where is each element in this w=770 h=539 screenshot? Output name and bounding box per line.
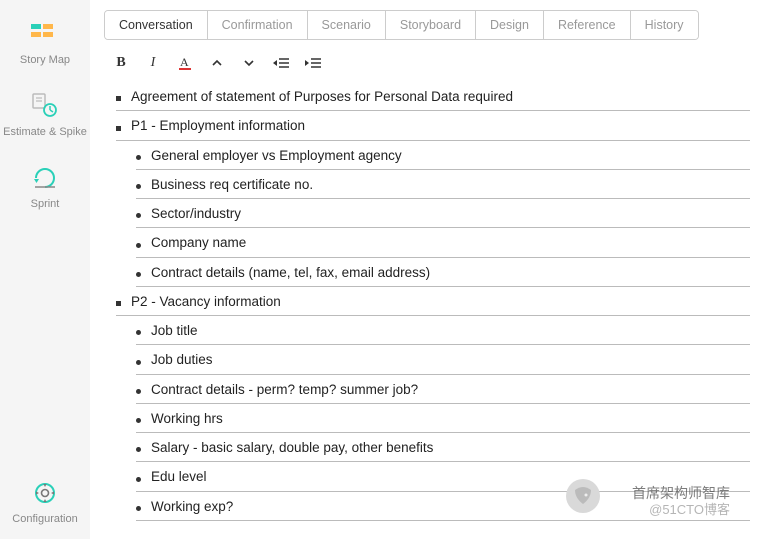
list-item-text: Business req certificate no. (151, 175, 313, 195)
round-bullet-icon (136, 418, 141, 423)
list-item-text: Working hrs (151, 409, 223, 429)
sidebar-item-configuration[interactable]: Configuration (0, 467, 90, 539)
sidebar-item-label: Configuration (0, 513, 90, 525)
tab-scenario[interactable]: Scenario (308, 11, 386, 39)
tab-confirmation[interactable]: Confirmation (208, 11, 308, 39)
italic-button[interactable]: I (144, 54, 162, 72)
tab-row: Conversation Confirmation Scenario Story… (104, 10, 699, 40)
list-item[interactable]: Company name (136, 228, 750, 257)
sidebar-item-estimate-spike[interactable]: Estimate & Spike (0, 80, 90, 152)
gear-icon (0, 477, 90, 509)
text-color-button[interactable]: A (176, 54, 194, 72)
editor-toolbar: B I A (104, 50, 756, 82)
tab-conversation[interactable]: Conversation (105, 11, 208, 39)
list-item-text: Sector/industry (151, 204, 241, 224)
sidebar-item-label: Story Map (0, 54, 90, 66)
list-item-text: Company name (151, 233, 246, 253)
list-item[interactable]: P1 - Employment information (116, 111, 750, 140)
square-bullet-icon (116, 96, 121, 101)
list-item[interactable]: Agreement of statement of Purposes for P… (116, 82, 750, 111)
bold-button[interactable]: B (112, 54, 130, 72)
tab-history[interactable]: History (631, 11, 698, 39)
round-bullet-icon (136, 330, 141, 335)
round-bullet-icon (136, 213, 141, 218)
sidebar: Story Map Estimate & Spike Sprint (0, 0, 90, 539)
list-item[interactable]: Job duties (136, 345, 750, 374)
round-bullet-icon (136, 389, 141, 394)
list-item-text: P2 - Vacancy information (131, 292, 281, 312)
sidebar-item-sprint[interactable]: Sprint (0, 152, 90, 224)
square-bullet-icon (116, 126, 121, 131)
editor-content[interactable]: Agreement of statement of Purposes for P… (104, 82, 756, 521)
tab-storyboard[interactable]: Storyboard (386, 11, 476, 39)
tab-design[interactable]: Design (476, 11, 544, 39)
list-item[interactable]: Salary - basic salary, double pay, other… (136, 433, 750, 462)
list-item-text: Edu level (151, 467, 207, 487)
sidebar-item-label: Estimate & Spike (0, 126, 90, 138)
list-item-text: Salary - basic salary, double pay, other… (151, 438, 433, 458)
list-item-text: Working exp? (151, 497, 233, 517)
sidebar-item-story-map[interactable]: Story Map (0, 8, 90, 80)
svg-text:A: A (180, 55, 189, 69)
indent-button[interactable] (304, 54, 322, 72)
outdent-button[interactable] (272, 54, 290, 72)
collapse-icon[interactable] (208, 54, 226, 72)
round-bullet-icon (136, 506, 141, 511)
list-item-text: Job title (151, 321, 198, 341)
tab-reference[interactable]: Reference (544, 11, 631, 39)
list-item[interactable]: Sector/industry (136, 199, 750, 228)
expand-icon[interactable] (240, 54, 258, 72)
list-item[interactable]: Job title (136, 316, 750, 345)
sprint-icon (0, 162, 90, 194)
round-bullet-icon (136, 477, 141, 482)
square-bullet-icon (116, 301, 121, 306)
round-bullet-icon (136, 155, 141, 160)
list-item[interactable]: Contract details (name, tel, fax, email … (136, 258, 750, 287)
list-item-text: Agreement of statement of Purposes for P… (131, 87, 513, 107)
list-item[interactable]: Edu level (136, 462, 750, 491)
round-bullet-icon (136, 360, 141, 365)
list-item[interactable]: P2 - Vacancy information (116, 287, 750, 316)
list-item[interactable]: Business req certificate no. (136, 170, 750, 199)
list-item-text: Contract details (name, tel, fax, email … (151, 263, 430, 283)
round-bullet-icon (136, 447, 141, 452)
round-bullet-icon (136, 243, 141, 248)
round-bullet-icon (136, 184, 141, 189)
round-bullet-icon (136, 272, 141, 277)
list-item[interactable]: General employer vs Employment agency (136, 141, 750, 170)
main-panel: Conversation Confirmation Scenario Story… (90, 0, 770, 539)
list-item-text: General employer vs Employment agency (151, 146, 402, 166)
list-item-text: Contract details - perm? temp? summer jo… (151, 380, 418, 400)
list-item[interactable]: Contract details - perm? temp? summer jo… (136, 375, 750, 404)
estimate-icon (0, 90, 90, 122)
sidebar-item-label: Sprint (0, 198, 90, 210)
story-map-icon (0, 18, 90, 50)
list-item-text: Job duties (151, 350, 213, 370)
list-item[interactable]: Working exp? (136, 492, 750, 521)
list-item-text: P1 - Employment information (131, 116, 305, 136)
list-item[interactable]: Working hrs (136, 404, 750, 433)
